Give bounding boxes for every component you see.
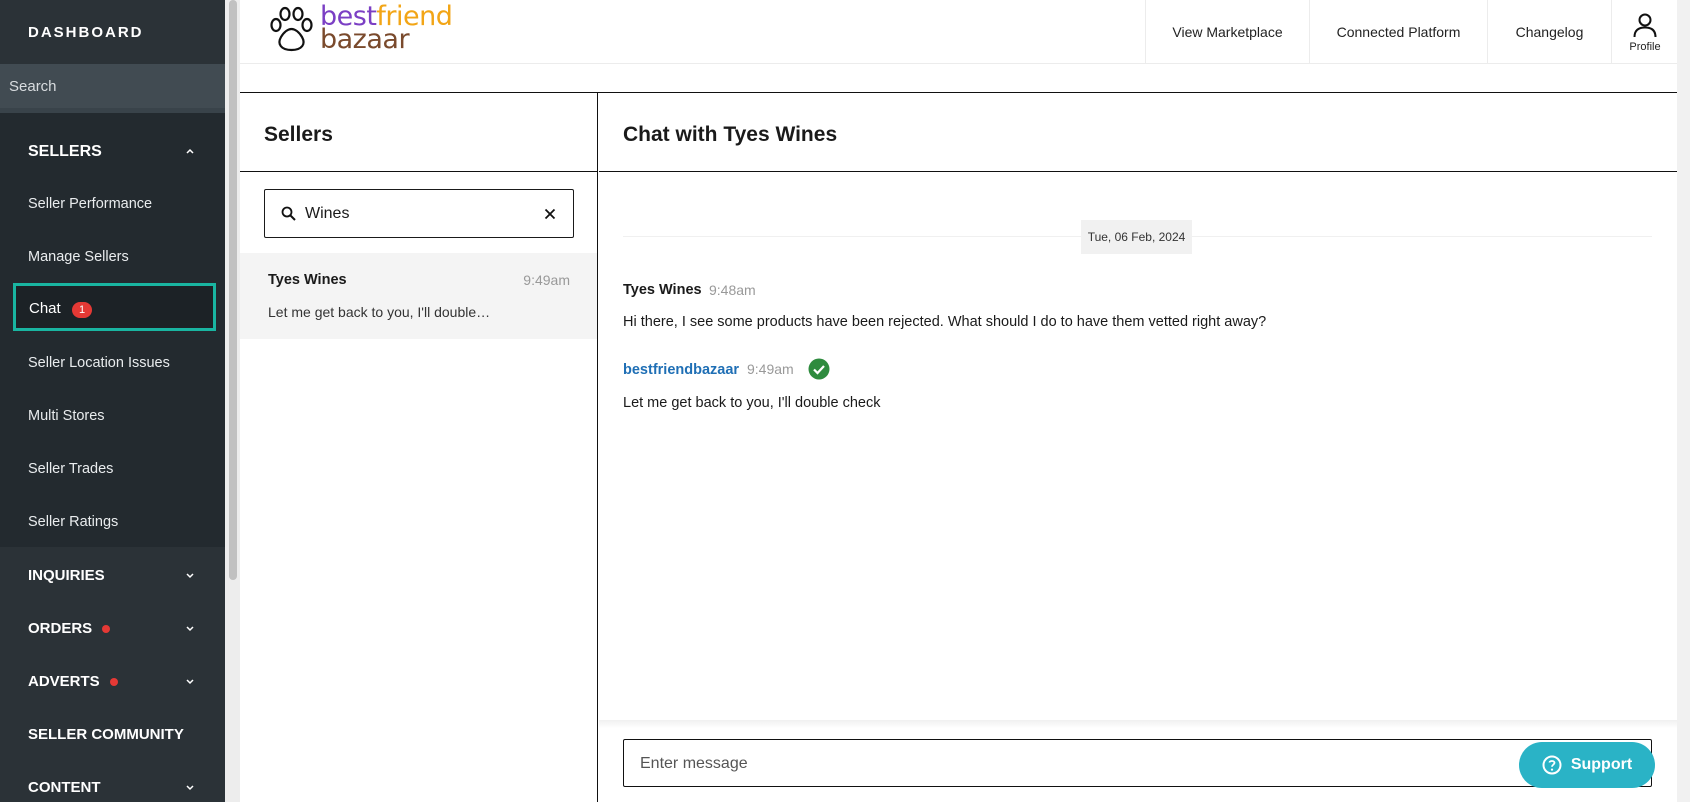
message-text: Let me get back to you, I'll double chec… — [623, 395, 881, 411]
sellers-panel: Sellers Tyes Wines 9:49am Let me get bac… — [240, 93, 598, 802]
notification-dot — [102, 624, 111, 633]
message-time: 9:48am — [709, 282, 756, 298]
clear-icon[interactable] — [542, 206, 558, 222]
date-separator: Tue, 06 Feb, 2024 — [1081, 220, 1192, 254]
support-button[interactable]: Support — [1519, 742, 1655, 788]
chevron-up-icon[interactable] — [184, 145, 196, 157]
sellers-panel-title: Sellers — [264, 123, 333, 146]
sidebar-item-seller-ratings[interactable]: Seller Ratings — [28, 514, 118, 530]
message-sender: bestfriendbazaar — [623, 362, 740, 378]
paw-icon — [270, 6, 313, 52]
top-header: bestfriend bazaar View Marketplace Conne… — [240, 0, 1677, 64]
brand-wordmark: bestfriend bazaar — [320, 3, 453, 53]
sidebar-section-orders[interactable]: ORDERS — [28, 620, 111, 637]
profile-label: Profile — [1629, 41, 1661, 53]
sidebar-section-label: SELLER COMMUNITY — [28, 726, 184, 743]
sidebar-item-seller-location-issues[interactable]: Seller Location Issues — [28, 355, 170, 371]
sidebar-scrollbar-thumb[interactable] — [229, 0, 237, 580]
sidebar-title: DASHBOARD — [28, 24, 144, 41]
unread-badge: 1 — [72, 302, 92, 318]
nav-connected-platform[interactable]: Connected Platform — [1309, 0, 1487, 64]
profile-button[interactable]: Profile — [1611, 0, 1677, 64]
sidebar-item-manage-sellers[interactable]: Manage Sellers — [28, 249, 129, 265]
message-sender: Tyes Wines — [623, 282, 702, 298]
sidebar-item-multi-stores[interactable]: Multi Stores — [28, 408, 105, 424]
composer-shadow — [599, 720, 1677, 728]
nav-changelog[interactable]: Changelog — [1487, 0, 1611, 64]
conversation-name: Tyes Wines — [268, 272, 347, 288]
sidebar-section-label: ADVERTS — [28, 673, 100, 690]
chat-title: Chat with Tyes Wines — [623, 123, 838, 146]
sidebar-item-seller-trades[interactable]: Seller Trades — [28, 461, 113, 477]
seller-search-box[interactable] — [264, 189, 574, 238]
sidebar-section-content[interactable]: CONTENT — [28, 779, 101, 796]
conversation-list-item[interactable]: Tyes Wines 9:49am Let me get back to you… — [240, 253, 597, 339]
check-circle-icon — [808, 358, 830, 380]
sidebar: DASHBOARD SELLERS Seller Performance Man… — [0, 0, 225, 802]
chat-panel: Chat with Tyes Wines Tue, 06 Feb, 2024 T… — [599, 93, 1677, 802]
sidebar-section-seller-community[interactable]: SELLER COMMUNITY — [28, 726, 184, 743]
sidebar-section-sellers[interactable]: SELLERS — [28, 143, 102, 161]
divider — [240, 171, 598, 172]
chevron-down-icon[interactable] — [184, 622, 196, 634]
chevron-down-icon[interactable] — [184, 781, 196, 793]
support-label: Support — [1570, 756, 1633, 773]
search-icon — [281, 206, 296, 221]
message-composer[interactable] — [623, 739, 1652, 787]
chevron-down-icon[interactable] — [184, 569, 196, 581]
chevron-down-icon[interactable] — [184, 675, 196, 687]
conversation-time: 9:49am — [523, 272, 570, 288]
conversation-preview: Let me get back to you, I'll double… — [268, 304, 491, 320]
sidebar-section-label: SELLERS — [28, 143, 102, 160]
user-icon — [1633, 13, 1657, 38]
sidebar-section-label: INQUIRIES — [28, 567, 105, 584]
divider — [599, 171, 1677, 172]
sidebar-section-adverts[interactable]: ADVERTS — [28, 673, 118, 690]
sidebar-section-inquiries[interactable]: INQUIRIES — [28, 567, 105, 584]
seller-search-input[interactable] — [305, 200, 525, 228]
page-scrollbar[interactable] — [1677, 0, 1690, 802]
brand-logo[interactable]: bestfriend bazaar — [267, 3, 453, 55]
notification-dot — [109, 677, 118, 686]
sidebar-item-label: Chat — [29, 300, 61, 317]
sidebar-search-input[interactable] — [0, 64, 225, 108]
sidebar-item-chat[interactable]: Chat 1 — [13, 283, 216, 331]
nav-view-marketplace[interactable]: View Marketplace — [1145, 0, 1309, 64]
sidebar-item-seller-performance[interactable]: Seller Performance — [28, 196, 152, 212]
message-time: 9:49am — [747, 361, 794, 377]
help-icon — [1542, 755, 1562, 775]
sidebar-section-label: ORDERS — [28, 620, 93, 637]
message-text: Hi there, I see some products have been … — [623, 314, 1267, 330]
message-input[interactable] — [640, 750, 1540, 778]
sidebar-section-label: CONTENT — [28, 779, 101, 796]
